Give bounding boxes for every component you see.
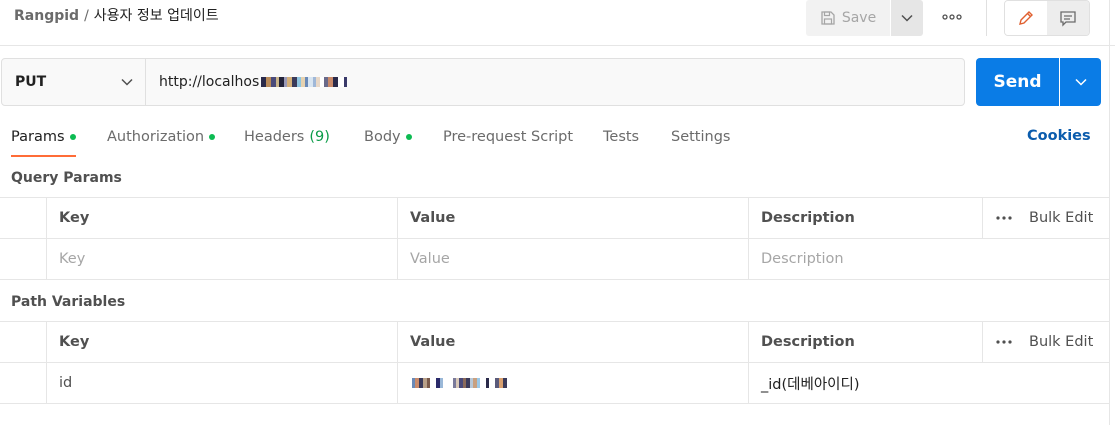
tab-label: Headers (244, 129, 305, 145)
method-label: PUT (15, 74, 47, 90)
bulk-edit-button[interactable]: Bulk Edit (1029, 210, 1093, 226)
pencil-icon (1019, 11, 1033, 25)
url-text: http://localhos (159, 74, 260, 90)
description-column-header: Description (748, 198, 982, 238)
request-name[interactable]: 사용자 정보 업데이트 (94, 8, 219, 24)
save-button-group: Save (806, 0, 923, 36)
more-actions-button[interactable] (938, 7, 966, 27)
key-input[interactable]: Key (46, 239, 397, 279)
url-input[interactable]: http://localhos (146, 59, 964, 105)
tab-label: Pre-request Script (443, 129, 574, 145)
value-cell[interactable] (397, 363, 748, 403)
query-params-title: Query Params (11, 170, 122, 186)
query-params-table: Key Value Description Bulk Edit Key Valu… (0, 197, 1109, 280)
save-icon (821, 11, 835, 25)
tab-label: Tests (603, 129, 640, 145)
edit-view-button[interactable] (1005, 1, 1047, 35)
table-header-row: Key Value Description Bulk Edit (0, 322, 1109, 363)
status-dot (405, 134, 412, 140)
breadcrumb-separator: / (84, 8, 89, 24)
description-input[interactable]: Description (748, 239, 1109, 279)
breadcrumb-workspace[interactable]: Rangpid (14, 8, 79, 24)
table-actions: Bulk Edit (982, 322, 1109, 362)
send-button[interactable]: Send (976, 58, 1059, 106)
table-header-row: Key Value Description Bulk Edit (0, 198, 1109, 239)
description-column-header: Description (748, 322, 982, 362)
value-column-header: Value (397, 322, 748, 362)
redacted-url (261, 77, 348, 87)
table-row: id _id(데베아이디) (0, 363, 1109, 404)
url-bar: PUT http://localhos (1, 58, 965, 106)
bulk-edit-button[interactable]: Bulk Edit (1029, 334, 1093, 350)
tab-label: Body (364, 129, 401, 145)
tab-headers[interactable]: Headers (9) (244, 128, 330, 146)
tab-params[interactable]: Params (11, 128, 76, 146)
save-label: Save (841, 10, 877, 26)
tab-label: Authorization (107, 129, 205, 145)
chevron-down-icon (1074, 78, 1087, 86)
tab-label: Settings (671, 129, 731, 145)
save-button[interactable]: Save (806, 0, 890, 36)
path-variables-table: Key Value Description Bulk Edit id _id(데… (0, 321, 1109, 404)
request-tabs: Params Authorization Headers (9) Body Pre… (0, 124, 1100, 158)
chevron-down-icon (121, 78, 133, 86)
table-actions: Bulk Edit (982, 198, 1109, 238)
view-toggle (1004, 0, 1090, 36)
redacted-value (412, 378, 507, 388)
request-header: Rangpid / 사용자 정보 업데이트 Save (0, 0, 1115, 46)
ellipsis-icon[interactable] (995, 340, 1013, 344)
breadcrumb: Rangpid / 사용자 정보 업데이트 (14, 7, 219, 25)
table-row: Key Value Description (0, 239, 1109, 280)
status-dot (209, 134, 216, 140)
method-select[interactable]: PUT (2, 59, 146, 105)
send-options-button[interactable] (1060, 58, 1101, 106)
value-column-header: Value (397, 198, 748, 238)
ellipsis-icon[interactable] (995, 216, 1013, 220)
description-cell[interactable]: _id(데베아이디) (748, 363, 1109, 403)
comment-icon (1060, 11, 1076, 27)
header-divider (986, 0, 987, 36)
value-input[interactable]: Value (397, 239, 748, 279)
key-column-header: Key (46, 322, 397, 362)
tab-tests[interactable]: Tests (603, 128, 639, 146)
tab-authorization[interactable]: Authorization (107, 128, 216, 146)
key-column-header: Key (46, 198, 397, 238)
path-variables-title: Path Variables (11, 294, 126, 310)
tab-label: Params (11, 129, 65, 145)
tab-count: (9) (309, 129, 330, 145)
key-cell[interactable]: id (46, 363, 397, 403)
save-options-button[interactable] (891, 0, 923, 36)
active-tab-indicator (11, 155, 76, 157)
tab-pre-request-script[interactable]: Pre-request Script (443, 128, 573, 146)
status-dot (69, 134, 76, 140)
tab-settings[interactable]: Settings (671, 128, 730, 146)
panel-edge (1109, 0, 1110, 425)
ellipsis-icon (942, 14, 962, 20)
send-button-group: Send (976, 58, 1101, 106)
comments-button[interactable] (1047, 1, 1089, 35)
tab-body[interactable]: Body (364, 128, 412, 146)
chevron-down-icon (901, 14, 913, 22)
cookies-link[interactable]: Cookies (1027, 128, 1091, 144)
